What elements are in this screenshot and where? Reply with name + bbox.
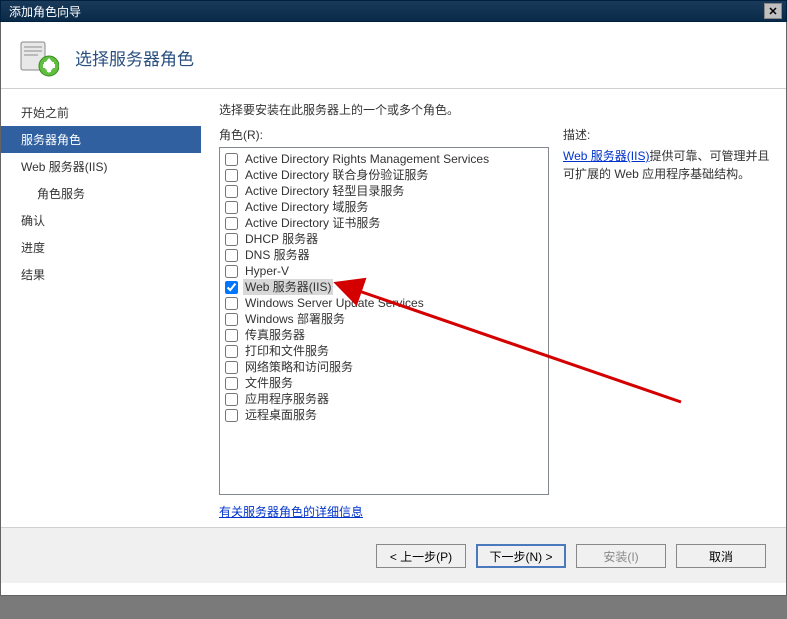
install-button: 安装(I) [576,544,666,568]
description-link[interactable]: Web 服务器(IIS) [563,149,649,163]
role-label: Active Directory 证书服务 [243,215,382,231]
description-text: Web 服务器(IIS)提供可靠、可管理并且可扩展的 Web 应用程序基础结构。 [563,147,772,183]
role-checkbox[interactable] [225,313,238,326]
role-row[interactable]: 应用程序服务器 [224,391,544,407]
description-label: 描述: [563,126,772,143]
role-checkbox[interactable] [225,345,238,358]
role-row[interactable]: 远程桌面服务 [224,407,544,423]
button-bar: < 上一步(P) 下一步(N) > 安装(I) 取消 [1,528,786,583]
roles-listbox[interactable]: Active Directory Rights Management Servi… [219,147,549,495]
sidebar-item-2[interactable]: Web 服务器(IIS) [1,153,201,180]
close-button[interactable]: ✕ [764,3,782,19]
role-checkbox[interactable] [225,281,238,294]
role-label: 网络策略和访问服务 [243,359,355,375]
roles-column: 角色(R): Active Directory Rights Managemen… [219,126,549,520]
window-title: 添加角色向导 [9,3,81,20]
role-label: Web 服务器(IIS) [243,279,333,295]
role-label: Windows Server Update Services [243,295,426,311]
role-row[interactable]: DNS 服务器 [224,247,544,263]
role-checkbox[interactable] [225,217,238,230]
role-label: 文件服务 [243,375,295,391]
role-checkbox[interactable] [225,329,238,342]
role-label: Active Directory 联合身份验证服务 [243,167,430,183]
prev-button[interactable]: < 上一步(P) [376,544,466,568]
role-row[interactable]: Windows 部署服务 [224,311,544,327]
sidebar-item-1[interactable]: 服务器角色 [1,126,201,153]
role-label: 传真服务器 [243,327,307,343]
role-row[interactable]: Active Directory 域服务 [224,199,544,215]
sidebar-item-4[interactable]: 确认 [1,207,201,234]
window-body: 选择服务器角色 开始之前服务器角色Web 服务器(IIS)角色服务确认进度结果 … [0,22,787,596]
role-row[interactable]: Active Directory 证书服务 [224,215,544,231]
role-label: DHCP 服务器 [243,231,320,247]
titlebar: 添加角色向导 ✕ [0,0,787,22]
role-row[interactable]: 网络策略和访问服务 [224,359,544,375]
role-label: Active Directory 轻型目录服务 [243,183,406,199]
role-checkbox[interactable] [225,297,238,310]
role-row[interactable]: DHCP 服务器 [224,231,544,247]
role-row[interactable]: Hyper-V [224,263,544,279]
roles-label: 角色(R): [219,126,549,143]
role-label: Active Directory Rights Management Servi… [243,151,491,167]
sidebar: 开始之前服务器角色Web 服务器(IIS)角色服务确认进度结果 [1,89,201,527]
role-row[interactable]: Active Directory 联合身份验证服务 [224,167,544,183]
role-checkbox[interactable] [225,265,238,278]
role-checkbox[interactable] [225,169,238,182]
role-row[interactable]: Active Directory Rights Management Servi… [224,151,544,167]
sidebar-item-6[interactable]: 结果 [1,261,201,288]
sidebar-item-3[interactable]: 角色服务 [1,180,201,207]
role-checkbox[interactable] [225,393,238,406]
details-link[interactable]: 有关服务器角色的详细信息 [219,503,549,520]
sidebar-item-0[interactable]: 开始之前 [1,99,201,126]
role-row[interactable]: 打印和文件服务 [224,343,544,359]
role-checkbox[interactable] [225,185,238,198]
role-label: Active Directory 域服务 [243,199,370,215]
role-label: Windows 部署服务 [243,311,347,327]
sidebar-item-5[interactable]: 进度 [1,234,201,261]
role-label: 应用程序服务器 [243,391,331,407]
role-row[interactable]: 传真服务器 [224,327,544,343]
role-checkbox[interactable] [225,409,238,422]
role-checkbox[interactable] [225,377,238,390]
header: 选择服务器角色 [1,22,786,88]
right-pane: 选择要安装在此服务器上的一个或多个角色。 角色(R): Active Direc… [201,89,786,527]
role-checkbox[interactable] [225,233,238,246]
role-checkbox[interactable] [225,201,238,214]
role-row[interactable]: Active Directory 轻型目录服务 [224,183,544,199]
main-content: 开始之前服务器角色Web 服务器(IIS)角色服务确认进度结果 选择要安装在此服… [1,88,786,528]
role-row[interactable]: 文件服务 [224,375,544,391]
wizard-icon [17,36,59,78]
role-row[interactable]: Web 服务器(IIS) [224,279,544,295]
role-row[interactable]: Windows Server Update Services [224,295,544,311]
role-label: DNS 服务器 [243,247,312,263]
role-label: Hyper-V [243,263,291,279]
role-label: 打印和文件服务 [243,343,331,359]
role-checkbox[interactable] [225,153,238,166]
page-title: 选择服务器角色 [75,45,194,70]
next-button[interactable]: 下一步(N) > [476,544,566,568]
role-label: 远程桌面服务 [243,407,319,423]
instruction-text: 选择要安装在此服务器上的一个或多个角色。 [219,101,772,118]
role-checkbox[interactable] [225,249,238,262]
description-column: 描述: Web 服务器(IIS)提供可靠、可管理并且可扩展的 Web 应用程序基… [563,126,772,520]
role-checkbox[interactable] [225,361,238,374]
cancel-button[interactable]: 取消 [676,544,766,568]
